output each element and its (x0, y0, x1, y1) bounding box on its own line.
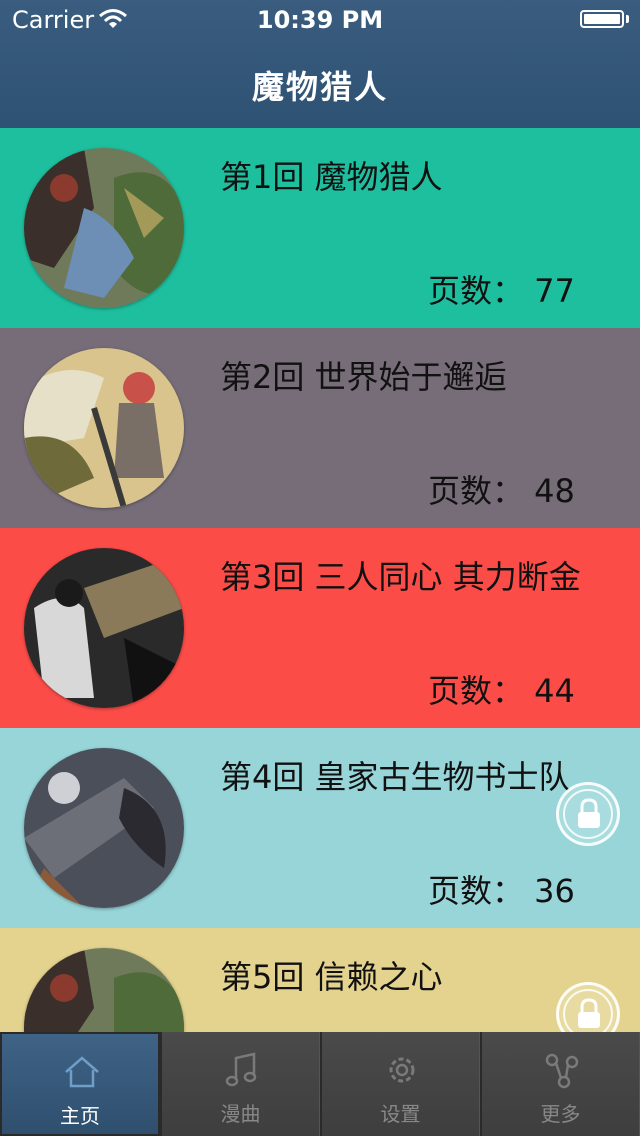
chapter-row[interactable]: 第4回 皇家古生物书士队 页数： 36 (0, 728, 640, 928)
chapter-page-count: 页数： 44 (428, 672, 575, 710)
lock-icon[interactable] (556, 982, 620, 1032)
chapter-title: 第4回 皇家古生物书士队 (220, 758, 571, 796)
status-time: 10:39 PM (256, 6, 384, 34)
chapter-page-count: 页数： 48 (428, 472, 575, 510)
chapter-page-count: 页数： 77 (428, 272, 575, 310)
chapter-title: 第1回 魔物猎人 (220, 158, 443, 196)
chapter-cover-image (24, 548, 184, 708)
lock-icon[interactable] (556, 782, 620, 846)
chapter-title: 第5回 信赖之心 (220, 958, 443, 996)
music-note-icon (225, 1052, 257, 1087)
tab-settings[interactable]: 设置 (320, 1032, 480, 1136)
chapter-row[interactable]: 第2回 世界始于邂逅 页数： 48 (0, 328, 640, 528)
chapter-row[interactable]: 第5回 信赖之心 (0, 928, 640, 1032)
battery-tip (626, 15, 629, 23)
share-nodes-icon (545, 1053, 579, 1089)
tab-label: 主页 (60, 1104, 100, 1128)
chapter-page-count: 页数： 36 (428, 872, 575, 910)
tab-label: 漫曲 (220, 1102, 261, 1126)
chapter-list[interactable]: 第1回 魔物猎人 页数： 77 第2回 世界始于邂逅 页数： 48 第3回 三人… (0, 128, 640, 1032)
chapter-cover-image (24, 948, 184, 1032)
page-title: 魔物猎人 (251, 68, 388, 106)
home-icon (65, 1056, 99, 1088)
tab-label: 设置 (380, 1102, 421, 1126)
chapter-cover-image (24, 348, 184, 508)
chapter-title: 第3回 三人同心 其力断金 (220, 558, 581, 596)
tab-home[interactable]: 主页 (0, 1032, 160, 1136)
tab-label: 更多 (540, 1102, 581, 1126)
chapter-row[interactable]: 第1回 魔物猎人 页数： 77 (0, 128, 640, 328)
chapter-cover-image (24, 748, 184, 908)
battery-icon (580, 10, 624, 28)
tab-more[interactable]: 更多 (480, 1032, 640, 1136)
chapter-title: 第2回 世界始于邂逅 (220, 358, 507, 396)
tab-bar: 主页 漫曲 设置 更多 (0, 1032, 640, 1136)
chapter-cover-image (24, 148, 184, 308)
status-bar: Carrier 10:39 PM (0, 0, 640, 40)
gear-icon (389, 1057, 415, 1083)
tab-music[interactable]: 漫曲 (160, 1032, 320, 1136)
chapter-row[interactable]: 第3回 三人同心 其力断金 页数： 44 (0, 528, 640, 728)
navigation-bar: Carrier 10:39 PM 魔物猎人 (0, 0, 640, 128)
